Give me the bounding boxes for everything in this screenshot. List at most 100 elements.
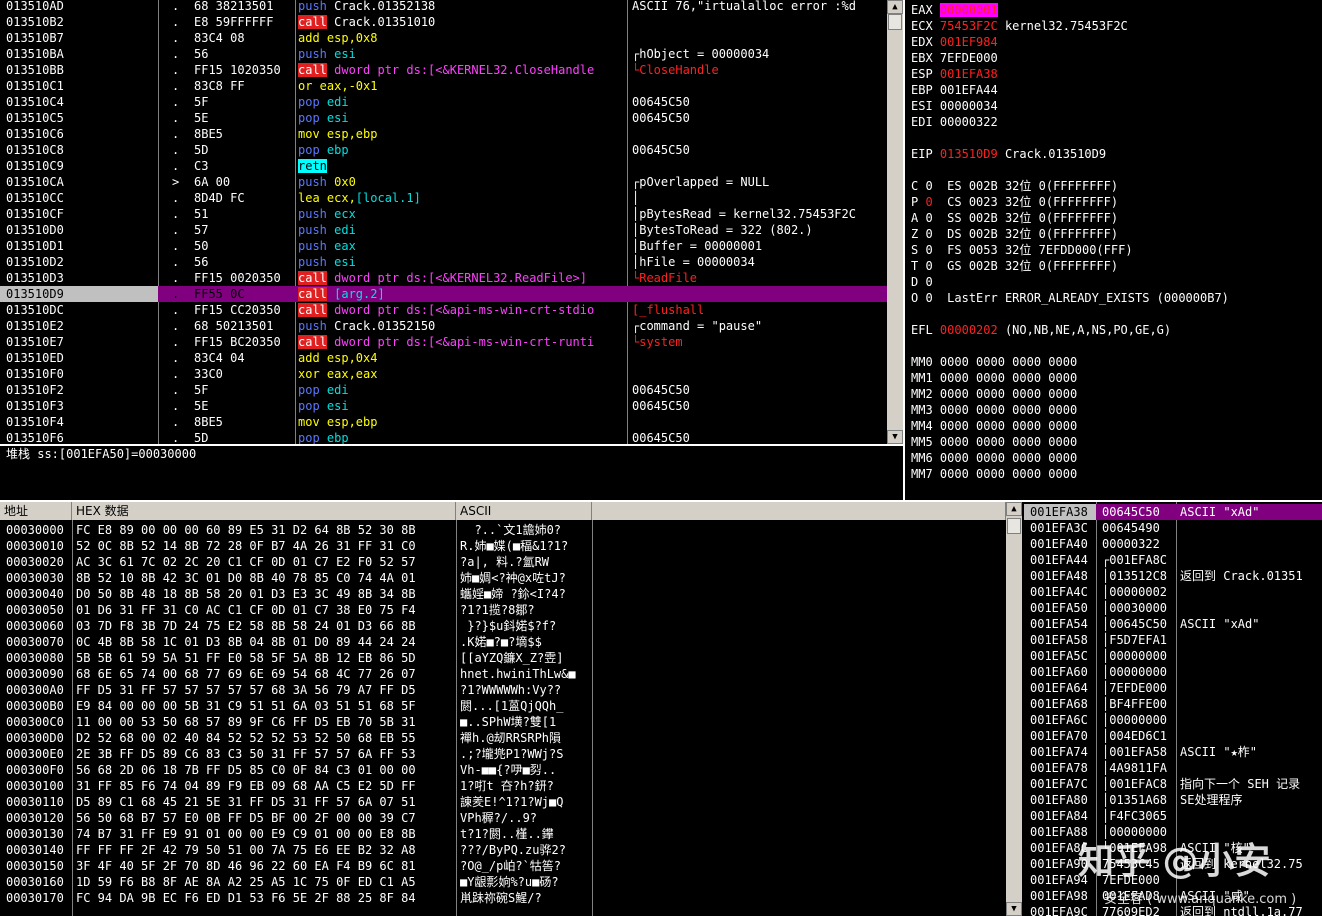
dump-ascii[interactable]: R.姉■媟(■稫&1?1? <box>460 538 592 554</box>
register-row[interactable]: EFL 00000202 (NO,NB,NE,A,NS,PO,GE,G) <box>911 322 1171 338</box>
dump-ascii[interactable]: Vh-■■{?吚■劽.. <box>460 762 592 778</box>
dump-row[interactable]: 00030080 5B 5B 61 59 5A 51 FF E0 58 5F 5A… <box>0 650 1006 666</box>
disasm-instruction[interactable]: mov esp,ebp <box>298 414 626 430</box>
dump-row[interactable]: 00030160 1D 59 F6 B8 8F AE 8A A2 25 A5 1C… <box>0 874 1006 890</box>
stack-row[interactable]: 001EFA58 │F5D7EFA1 <box>1024 632 1322 648</box>
register-row[interactable]: MM4 0000 0000 0000 0000 <box>911 418 1077 434</box>
register-value[interactable]: LastErr ERROR_ALREADY_EXISTS (000000B7) <box>940 291 1229 305</box>
disasm-address[interactable]: 013510BA <box>6 46 156 62</box>
dump-address[interactable]: 00030050 <box>6 602 64 618</box>
stack-row[interactable]: 001EFA38 00645C50 ASCII "xAd" <box>1024 504 1322 520</box>
stack-value[interactable]: │01351A68 <box>1102 792 1176 808</box>
stack-value[interactable]: │F4FC3065 <box>1102 808 1176 824</box>
dump-row[interactable]: 00030060 03 7D F8 3B 7D 24 75 E2 58 8B 58… <box>0 618 1006 634</box>
dump-row[interactable]: 00030110 D5 89 C1 68 45 21 5E 31 FF D5 31… <box>0 794 1006 810</box>
register-row[interactable]: MM7 0000 0000 0000 0000 <box>911 466 1077 482</box>
dump-row[interactable]: 000300D0 D2 52 68 00 02 40 84 52 52 52 53… <box>0 730 1006 746</box>
disasm-row[interactable]: 013510BA. 56 push esi ┌hObject = 00000034 <box>0 46 887 62</box>
disasm-row[interactable]: 013510D2. 56 push esi │hFile = 00000034 <box>0 254 887 270</box>
scroll-up-icon[interactable]: ▲ <box>887 0 903 14</box>
register-row[interactable]: C 0 ES 002B 32位 0(FFFFFFFF) <box>911 178 1118 194</box>
disasm-row[interactable]: 013510C1. 83C8 FF or eax,-0x1 <box>0 78 887 94</box>
dump-row[interactable]: 00030090 68 6E 65 74 00 68 77 69 6E 69 54… <box>0 666 1006 682</box>
register-value[interactable]: 7EFDE000 <box>940 51 998 65</box>
register-row[interactable]: ESP 001EFA38 <box>911 66 998 82</box>
disasm-row[interactable]: 013510F2. 5F pop edi 00645C50 <box>0 382 887 398</box>
register-row[interactable]: EDX 001EF984 <box>911 34 998 50</box>
disasm-instruction[interactable]: xor eax,eax <box>298 366 626 382</box>
dump-ascii[interactable]: t?1?閼..槿..鑻 <box>460 826 592 842</box>
stack-row[interactable]: 001EFA40 00000322 <box>1024 536 1322 552</box>
dump-address[interactable]: 000300E0 <box>6 746 64 762</box>
register-row[interactable]: ESI 00000034 <box>911 98 998 114</box>
dump-address[interactable]: 00030060 <box>6 618 64 634</box>
disasm-instruction[interactable]: call [arg.2] <box>298 286 626 302</box>
dump-hex[interactable]: 74 B7 31 FF E9 91 01 00 00 E9 C9 01 00 0… <box>76 826 456 842</box>
dump-row[interactable]: 000300E0 2E 3B FF D5 89 C6 83 C3 50 31 FF… <box>0 746 1006 762</box>
stack-value[interactable]: 00000322 <box>1102 536 1176 552</box>
stack-address[interactable]: 001EFA40 <box>1030 536 1088 552</box>
disasm-row[interactable]: 013510C6. 8BE5 mov esp,ebp <box>0 126 887 142</box>
dump-hex[interactable]: FC E8 89 00 00 00 60 89 E5 31 D2 64 8B 5… <box>76 522 456 538</box>
disasm-row[interactable]: 013510CC. 8D4D FC lea ecx,[local.1] │ <box>0 190 887 206</box>
dump-ascii[interactable]: 鼡跊祢碗S鯹/? <box>460 890 592 906</box>
register-value[interactable]: 00000322 <box>940 115 998 129</box>
dump-hex[interactable]: 03 7D F8 3B 7D 24 75 E2 58 8B 58 24 01 D… <box>76 618 456 634</box>
disasm-address[interactable]: 013510CF <box>6 206 156 222</box>
stack-value[interactable]: │00000002 <box>1102 584 1176 600</box>
disasm-address[interactable]: 013510F2 <box>6 382 156 398</box>
stack-value[interactable]: │7EFDE000 <box>1102 680 1176 696</box>
register-row[interactable]: S 0 FS 0053 32位 7EFDD000(FFF) <box>911 242 1133 258</box>
register-row[interactable]: EBP 001EFA44 <box>911 82 998 98</box>
stack-address[interactable]: 001EFA5C <box>1030 648 1088 664</box>
scroll-thumb[interactable] <box>888 14 902 30</box>
dump-row[interactable]: 00030010 52 0C 8B 52 14 8B 72 28 0F B7 4A… <box>0 538 1006 554</box>
stack-value[interactable]: │00000000 <box>1102 648 1176 664</box>
dump-row[interactable]: 000300B0 E9 84 00 00 00 5B 31 C9 51 51 6A… <box>0 698 1006 714</box>
disasm-address[interactable]: 013510C8 <box>6 142 156 158</box>
dump-hex[interactable]: 0C 4B 8B 58 1C 01 D3 8B 04 8B 01 D0 89 4… <box>76 634 456 650</box>
dump-hex[interactable]: 68 6E 65 74 00 68 77 69 6E 69 54 68 4C 7… <box>76 666 456 682</box>
stack-row[interactable]: 001EFA50 │00030000 <box>1024 600 1322 616</box>
dump-row[interactable]: 00030140 FF FF FF 2F 42 79 50 51 00 7A 75… <box>0 842 1006 858</box>
dump-hex[interactable]: 8B 52 10 8B 42 3C 01 D0 8B 40 78 85 C0 7… <box>76 570 456 586</box>
dump-ascii[interactable]: ?O@_/p岶?`牯筶? <box>460 858 592 874</box>
stack-row[interactable]: 001EFA44 ┌001EFA8C <box>1024 552 1322 568</box>
dump-address[interactable]: 00030170 <box>6 890 64 906</box>
stack-address[interactable]: 001EFA38 <box>1030 504 1088 520</box>
stack-row[interactable]: 001EFA54 │00645C50 ASCII "xAd" <box>1024 616 1322 632</box>
disasm-row[interactable]: 013510D0. 57 push edi │BytesToRead = 322 (8… <box>0 222 887 238</box>
disasm-instruction[interactable]: push Crack.01352150 <box>298 318 626 334</box>
dump-hex[interactable]: FF FF FF 2F 42 79 50 51 00 7A 75 E6 EE B… <box>76 842 456 858</box>
stack-row[interactable]: 001EFA64 │7EFDE000 <box>1024 680 1322 696</box>
stack-value[interactable]: │001EFA58 <box>1102 744 1176 760</box>
register-value[interactable]: 001EF984 <box>940 35 998 49</box>
disasm-address[interactable]: 013510E7 <box>6 334 156 350</box>
dump-ascii[interactable]: [[aYZQ鐮X_Z?雴] <box>460 650 592 666</box>
disasm-row[interactable]: 013510BB. FF15 1020350 call dword ptr ds:[… <box>0 62 887 78</box>
dump-hex[interactable]: 52 0C 8B 52 14 8B 72 28 0F B7 4A 26 31 F… <box>76 538 456 554</box>
register-value[interactable]: SS 002B 32位 0(FFFFFFFF) <box>940 211 1118 225</box>
disasm-address[interactable]: 013510E2 <box>6 318 156 334</box>
register-row[interactable]: MM2 0000 0000 0000 0000 <box>911 386 1077 402</box>
dump-hex[interactable]: 56 68 2D 06 18 7B FF D5 85 C0 0F 84 C3 0… <box>76 762 456 778</box>
dump-pane[interactable]: 地址 HEX 数据 ASCII 00030000 FC E8 89 00 00 0… <box>0 502 1006 916</box>
register-row[interactable]: D 0 <box>911 274 940 290</box>
dump-hex[interactable]: 31 FF 85 F6 74 04 89 F9 EB 09 68 AA C5 E… <box>76 778 456 794</box>
disasm-instruction[interactable]: call dword ptr ds:[<&KERNEL32.ReadFile>] <box>298 270 626 286</box>
dump-row[interactable]: 00030120 56 50 68 B7 57 E0 0B FF D5 BF 00… <box>0 810 1006 826</box>
disasm-instruction[interactable]: retn <box>298 158 626 174</box>
stack-address[interactable]: 001EFA74 <box>1030 744 1088 760</box>
disasm-address[interactable]: 013510B2 <box>6 14 156 30</box>
dump-ascii[interactable]: ?1?WWWWWh:Vy?? <box>460 682 592 698</box>
register-row[interactable]: MM5 0000 0000 0000 0000 <box>911 434 1077 450</box>
dump-scroll-up-icon[interactable]: ▲ <box>1006 502 1022 516</box>
disasm-address[interactable]: 013510C4 <box>6 94 156 110</box>
register-value[interactable]: 00000034 <box>940 99 998 113</box>
disasm-instruction[interactable]: add esp,0x4 <box>298 350 626 366</box>
stack-address[interactable]: 001EFA54 <box>1030 616 1088 632</box>
dump-address[interactable]: 00030040 <box>6 586 64 602</box>
dump-row[interactable]: 00030130 74 B7 31 FF E9 91 01 00 00 E9 C9… <box>0 826 1006 842</box>
register-row[interactable]: ECX 75453F2C kernel32.75453F2C <box>911 18 1128 34</box>
disasm-row[interactable]: 013510C4. 5F pop edi 00645C50 <box>0 94 887 110</box>
